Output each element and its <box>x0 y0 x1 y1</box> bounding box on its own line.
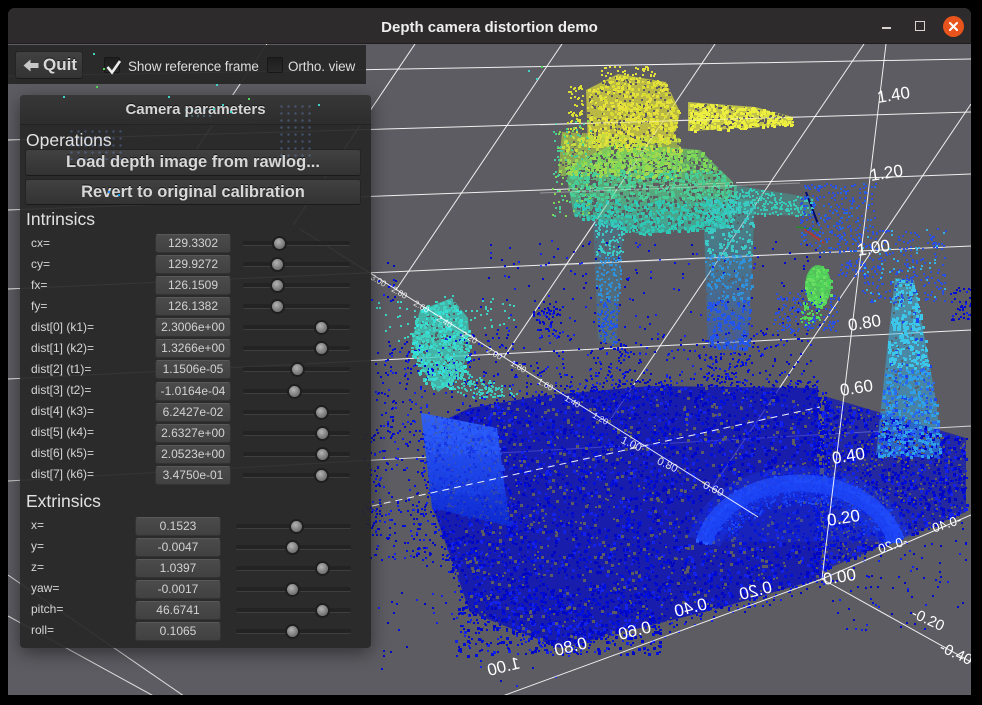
svg-text:1.80: 1.80 <box>509 358 529 375</box>
svg-text:2.00: 2.00 <box>485 345 505 362</box>
svg-text:3.00: 3.00 <box>369 272 389 289</box>
svg-text:1.20: 1.20 <box>869 161 905 185</box>
svg-text:0.00: 0.00 <box>822 565 858 589</box>
svg-text:1.60: 1.60 <box>536 376 556 393</box>
svg-text:1.00: 1.00 <box>485 653 522 679</box>
svg-text:1.40: 1.40 <box>876 83 912 107</box>
svg-text:-0.40: -0.40 <box>937 639 971 669</box>
svg-text:0.60: 0.60 <box>839 376 875 400</box>
svg-text:2.80: 2.80 <box>390 284 410 301</box>
svg-text:0.80: 0.80 <box>847 311 883 335</box>
svg-text:1.00: 1.00 <box>856 236 892 260</box>
